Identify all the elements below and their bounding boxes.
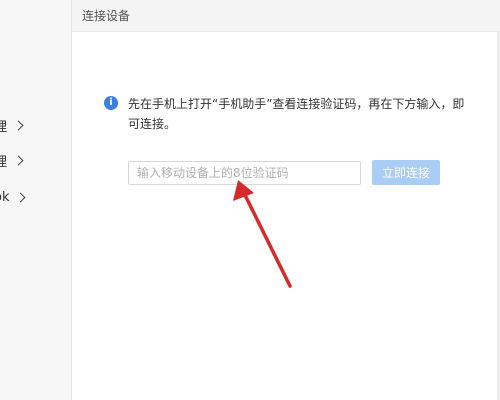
info-message: 先在手机上打开“手机助手”查看连接验证码，再在下方输入，即可连接。 [128,97,465,131]
chevron-right-icon [13,120,24,130]
chevron-right-icon [13,155,24,165]
panel-header: 连接设备 [72,0,500,32]
chevron-right-icon [16,192,26,202]
info-icon: i [104,96,118,110]
connect-now-button[interactable]: 立即连接 [372,160,440,185]
sidebar: 理 理 ok [0,0,72,400]
sidebar-item-label: 理 [0,154,8,170]
connect-device-panel: 连接设备 [72,0,500,400]
sidebar-item-label: ok [0,189,10,205]
sidebar-item-2[interactable]: 理 [0,149,64,171]
verification-code-input[interactable] [128,161,361,185]
page-title: 连接设备 [82,9,131,23]
sidebar-item-1[interactable]: 理 [0,114,64,136]
sidebar-item-3[interactable]: ok [0,186,64,208]
sidebar-item-label: 理 [0,119,8,135]
